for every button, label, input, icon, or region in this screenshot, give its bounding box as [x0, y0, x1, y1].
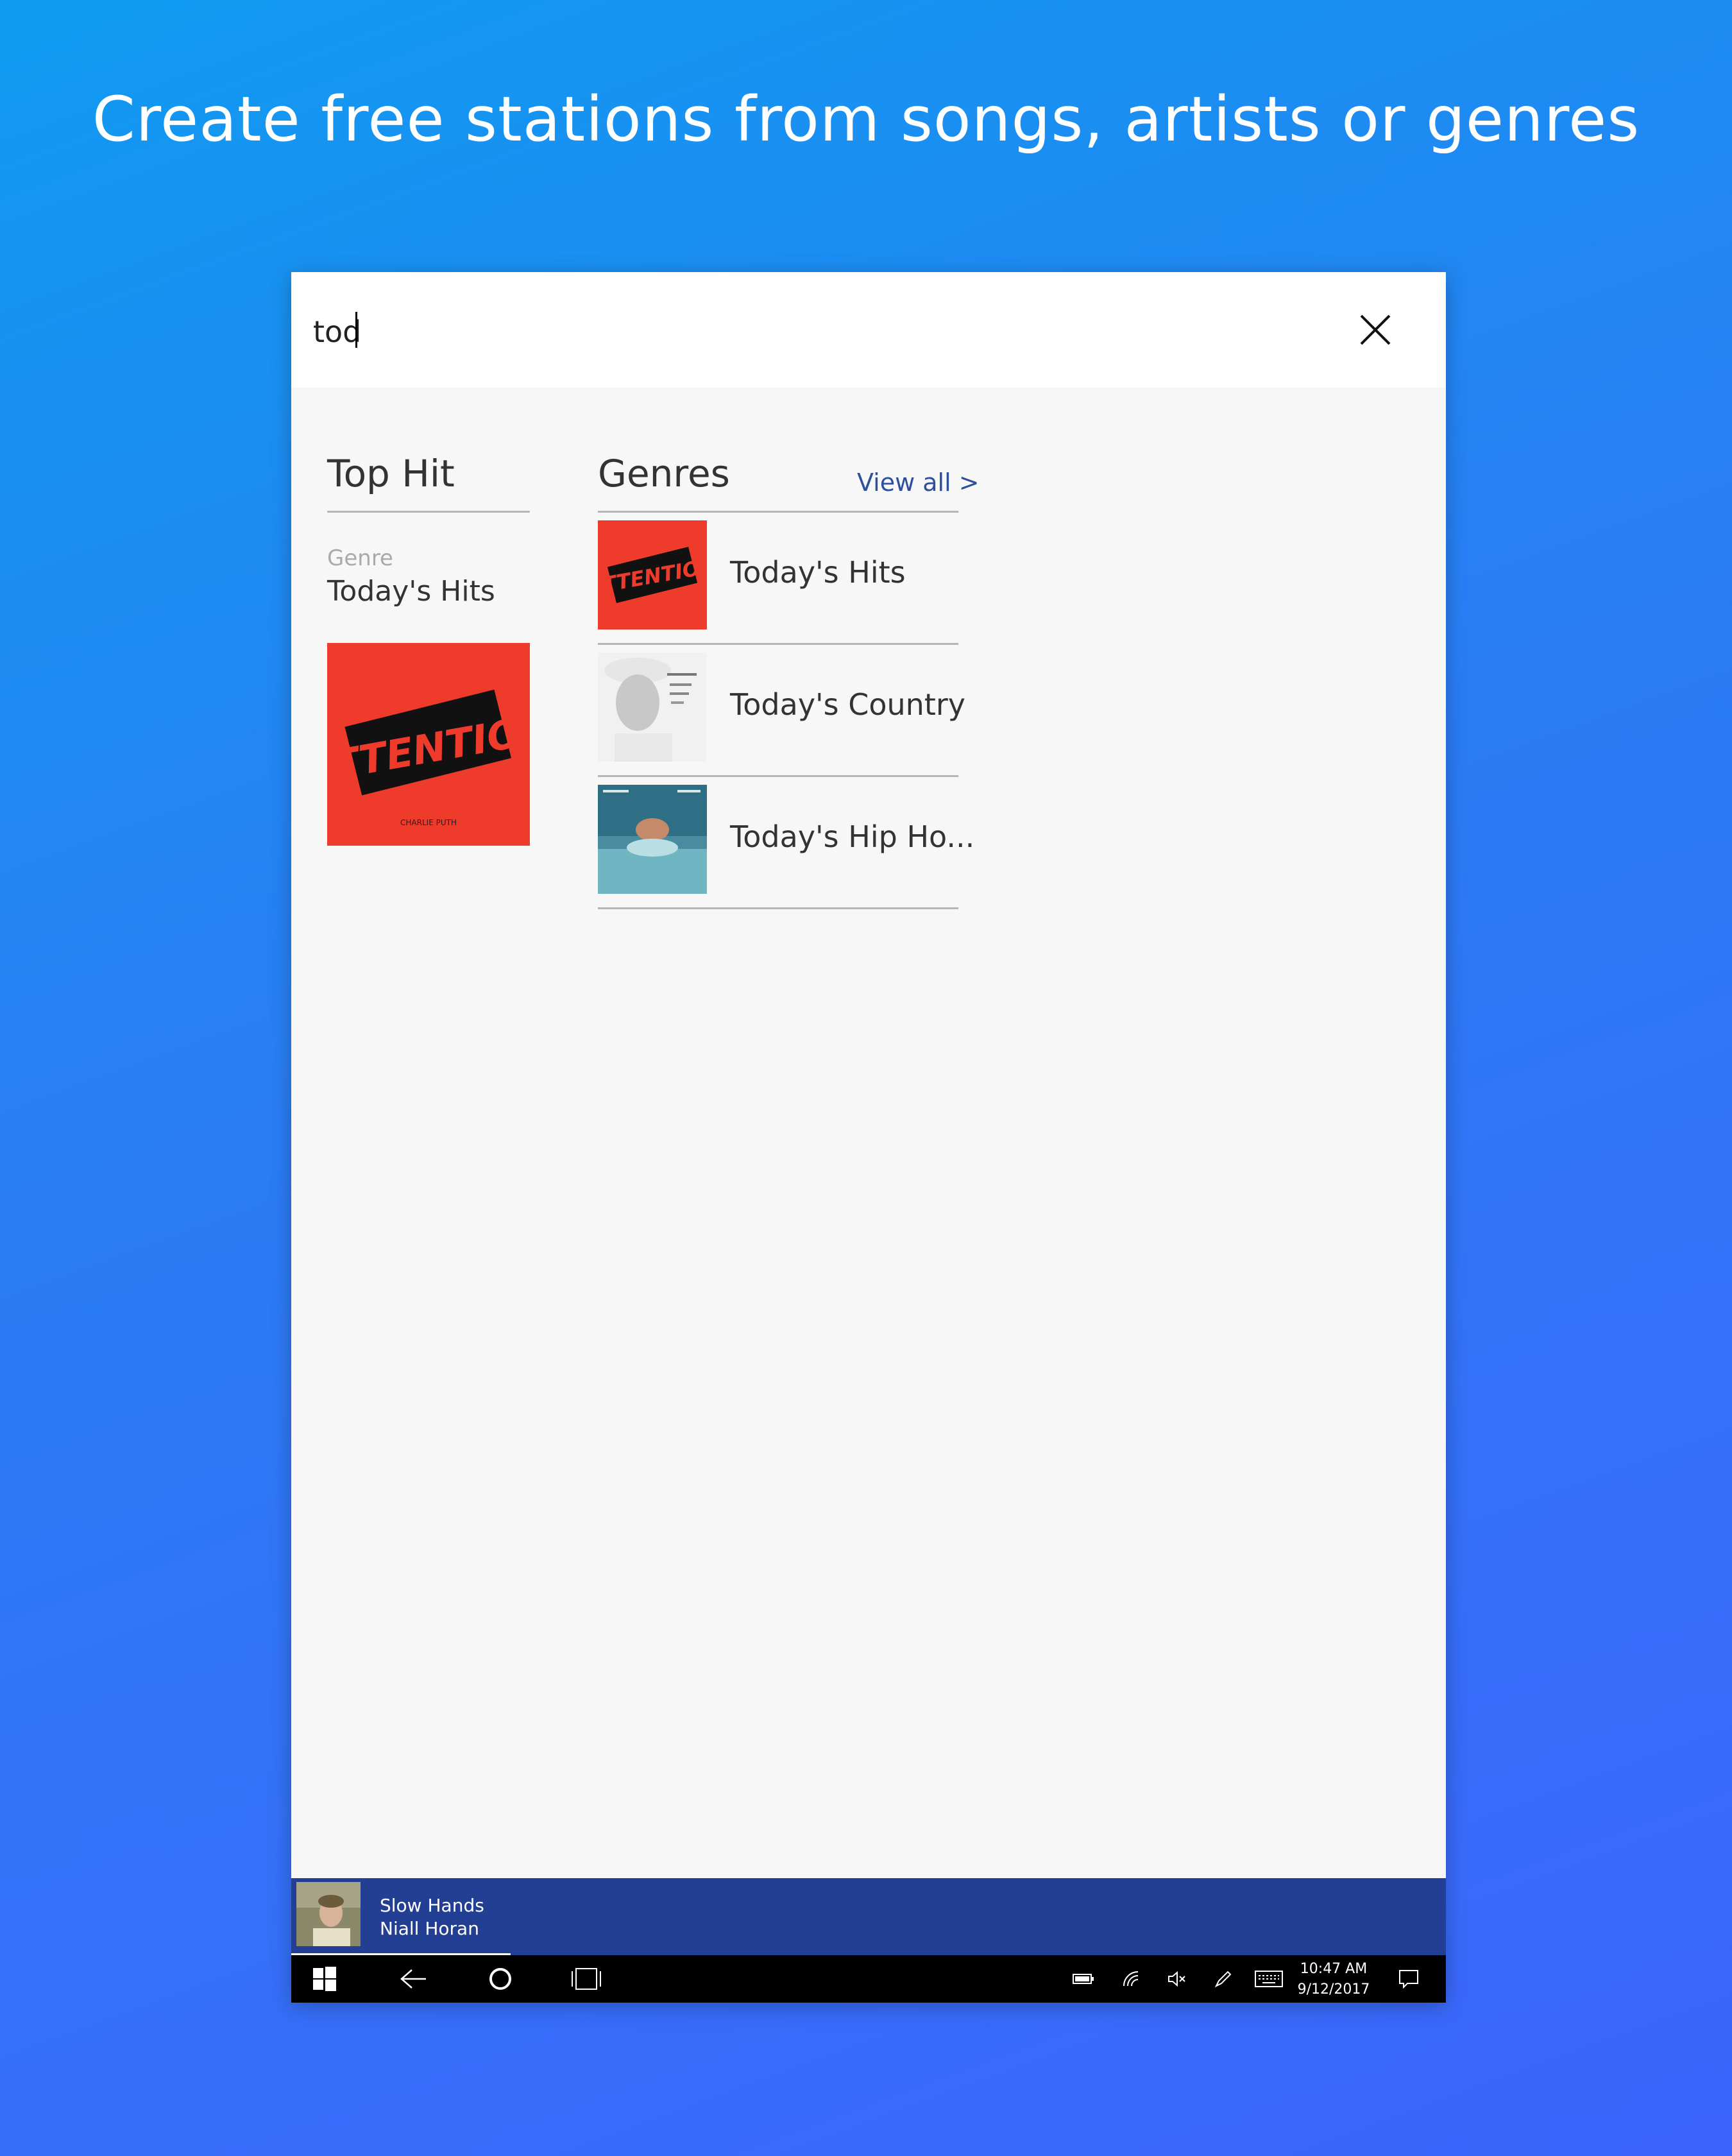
windows-start-button[interactable]	[304, 1955, 345, 2003]
genre-item-label: Today's Hits	[730, 555, 906, 590]
headline: Create free stations from songs, artists…	[92, 83, 1640, 155]
back-button[interactable]	[387, 1955, 439, 2003]
now-playing-artwork	[296, 1882, 361, 1946]
top-hit-art-subtext: CHARLIE PUTH	[400, 818, 457, 827]
top-hit-type-label: Genre	[327, 545, 393, 571]
clock-time: 10:47 AM	[1300, 1961, 1368, 1977]
top-hit-title: Top Hit	[327, 452, 455, 495]
pen-icon	[1214, 1971, 1232, 1988]
clock-date: 9/12/2017	[1297, 1981, 1370, 1998]
portrait-cover-thumbnail	[598, 653, 707, 762]
windows-icon	[313, 1967, 336, 1991]
row-divider	[598, 907, 958, 909]
task-view-button[interactable]	[561, 1955, 612, 2003]
battery-icon	[1073, 1974, 1094, 1984]
top-hit-divider	[327, 511, 530, 513]
cortana-button[interactable]	[475, 1955, 526, 2003]
top-hit-name[interactable]: Today's Hits	[327, 575, 495, 608]
top-hit-artwork[interactable]: ATTENTION CHARLIE PUTH	[327, 643, 530, 846]
action-center-button[interactable]	[1391, 1955, 1427, 2003]
volume-indicator[interactable]	[1161, 1955, 1193, 2003]
battery-indicator[interactable]	[1067, 1955, 1099, 2003]
wifi-icon	[1123, 1971, 1139, 1987]
genre-item-todays-hits[interactable]: ATTENTION Today's Hits	[598, 513, 958, 645]
search-bar	[291, 272, 1446, 388]
back-arrow-icon	[400, 1969, 426, 1989]
genre-item-label: Today's Hip Ho...	[730, 819, 975, 854]
genre-item-todays-hip-hop[interactable]: Today's Hip Ho...	[598, 777, 974, 909]
now-playing-bar[interactable]: Slow Hands Niall Horan	[291, 1878, 1446, 1956]
search-input[interactable]	[313, 309, 1275, 354]
pen-workspace-button[interactable]	[1207, 1955, 1239, 2003]
app-window: Top Hit Genre Today's Hits ATTENTION CHA…	[291, 272, 1446, 2003]
keyboard-icon	[1255, 1971, 1283, 1987]
mute-icon	[1168, 1971, 1185, 1987]
cortana-icon	[489, 1968, 511, 1990]
now-playing-title: Slow Hands	[380, 1895, 484, 1916]
attention-cover-thumbnail: ATTENTION	[598, 520, 707, 629]
notification-icon	[1399, 1970, 1418, 1989]
genres-title: Genres	[598, 452, 730, 495]
taskbar: 10:47 AM 9/12/2017	[291, 1955, 1446, 2003]
network-indicator[interactable]	[1115, 1955, 1147, 2003]
taskbar-clock[interactable]: 10:47 AM 9/12/2017	[1292, 1959, 1375, 2000]
view-all-link[interactable]: View all >	[857, 468, 980, 497]
text-caret	[355, 312, 357, 348]
task-view-icon	[572, 1968, 601, 1990]
genre-item-todays-country[interactable]: Today's Country	[598, 645, 965, 777]
close-icon[interactable]	[1356, 311, 1395, 349]
genre-item-label: Today's Country	[730, 687, 966, 722]
now-playing-artist: Niall Horan	[380, 1918, 479, 1939]
touch-keyboard-button[interactable]	[1251, 1955, 1287, 2003]
baby-swim-cover-thumbnail	[598, 785, 707, 894]
